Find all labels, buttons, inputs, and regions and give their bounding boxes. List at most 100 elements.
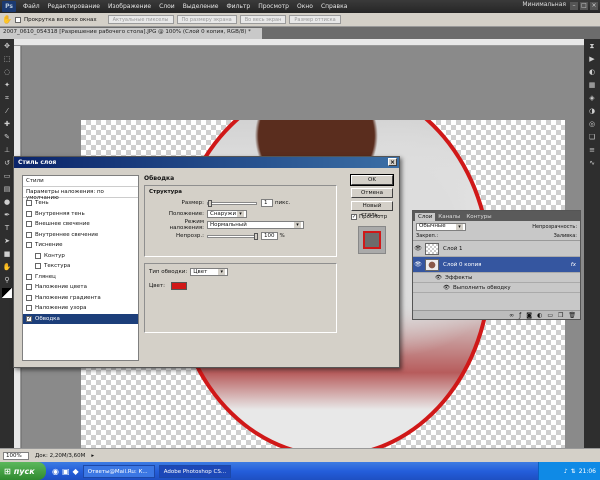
layer-row[interactable]: 👁 Слой 1 <box>413 241 580 257</box>
eraser-tool-icon[interactable]: ▭ <box>2 171 12 181</box>
cancel-button[interactable]: Отмена <box>351 188 393 198</box>
trash-icon[interactable]: 🗑 <box>568 312 576 319</box>
history-panel-icon[interactable]: ⧗ <box>587 41 597 51</box>
link-icon[interactable]: ∞ <box>509 312 514 319</box>
layer-row-selected[interactable]: 👁 Слой 0 копия fx <box>413 257 580 273</box>
style-checkbox[interactable]: ✓ <box>26 315 32 322</box>
menu-window[interactable]: Окно <box>293 3 317 10</box>
shape-tool-icon[interactable]: ■ <box>2 249 12 259</box>
tab-layers[interactable]: Слои <box>415 213 436 221</box>
size-slider-thumb[interactable] <box>208 199 212 207</box>
style-list-item[interactable]: Текстура <box>23 261 138 272</box>
eye-icon[interactable]: 👁 <box>413 261 423 268</box>
stamp-tool-icon[interactable]: ⊥ <box>2 145 12 155</box>
start-button[interactable]: ⊞ пуск <box>0 462 46 480</box>
menu-filter[interactable]: Фильтр <box>222 3 254 10</box>
blend-mode-select[interactable]: Нормальный ▾ <box>207 221 304 229</box>
masks-panel-icon[interactable]: ◎ <box>587 119 597 129</box>
color-panel-icon[interactable]: ◐ <box>587 67 597 77</box>
style-checkbox[interactable] <box>35 263 41 270</box>
actions-panel-icon[interactable]: ▶ <box>587 54 597 64</box>
network-icon[interactable]: ⇅ <box>571 468 576 475</box>
style-list-item[interactable]: Наложение цвета <box>23 282 138 293</box>
fx-menu-icon[interactable]: ƒ <box>519 312 521 319</box>
tab-channels[interactable]: Каналы <box>435 213 463 221</box>
move-tool-icon[interactable]: ✥ <box>2 41 12 51</box>
menu-help[interactable]: Справка <box>317 3 351 10</box>
volume-icon[interactable]: ♪ <box>564 468 568 475</box>
folder-icon[interactable]: ▭ <box>547 312 553 319</box>
pen-tool-icon[interactable]: ✒ <box>2 210 12 220</box>
maximize-icon[interactable]: □ <box>580 2 588 10</box>
document-tab[interactable]: 2007_0610_054318 [Разрешение рабочего ст… <box>0 28 262 39</box>
type-tool-icon[interactable]: T <box>2 223 12 233</box>
style-list-item[interactable]: Глянец <box>23 272 138 283</box>
magic-wand-tool-icon[interactable]: ✦ <box>2 80 12 90</box>
style-checkbox[interactable] <box>26 305 32 312</box>
minimize-icon[interactable]: – <box>570 2 578 10</box>
new-style-button[interactable]: Новый стиль... <box>351 201 393 218</box>
new-layer-icon[interactable]: ❐ <box>558 312 563 319</box>
layer-blend-select[interactable]: Обычные ▾ <box>416 222 466 231</box>
style-checkbox[interactable] <box>26 221 32 228</box>
style-list-item[interactable]: Наложение градиента <box>23 293 138 304</box>
position-select[interactable]: Снаружи ▾ <box>207 210 247 218</box>
status-menu-icon[interactable]: ▸ <box>91 453 94 459</box>
dodge-tool-icon[interactable]: ● <box>2 197 12 207</box>
preview-checkbox[interactable]: ✓ <box>351 214 357 220</box>
hand-tool-icon[interactable]: ✋ <box>2 262 12 272</box>
style-list-item[interactable]: Тиснение <box>23 240 138 251</box>
healing-tool-icon[interactable]: ✚ <box>2 119 12 129</box>
menu-view[interactable]: Просмотр <box>254 3 293 10</box>
style-list-item[interactable]: Наложение узора <box>23 303 138 314</box>
lasso-tool-icon[interactable]: ◌ <box>2 67 12 77</box>
style-list-item[interactable]: ✓ Обводка <box>23 313 138 324</box>
dialog-titlebar[interactable]: Стиль слоя × <box>14 157 399 168</box>
zoom-level[interactable]: 100% <box>3 451 29 460</box>
style-checkbox[interactable] <box>26 294 32 301</box>
brush-tool-icon[interactable]: ✎ <box>2 132 12 142</box>
effects-row[interactable]: 👁 Эффекты <box>413 273 580 283</box>
adjustments-panel-icon[interactable]: ◑ <box>587 106 597 116</box>
channels-panel-icon[interactable]: ≡ <box>587 145 597 155</box>
fit-screen-button[interactable]: По размеру экрана <box>176 15 237 24</box>
stroke-effect-row[interactable]: 👁 Выполнить обводку <box>413 283 580 293</box>
history-brush-tool-icon[interactable]: ↺ <box>2 158 12 168</box>
menu-select[interactable]: Выделение <box>179 3 223 10</box>
marquee-tool-icon[interactable]: ⬚ <box>2 54 12 64</box>
style-checkbox[interactable] <box>26 200 32 207</box>
blending-options-item[interactable]: Параметры наложения: по умолчанию <box>23 187 138 201</box>
style-list-item[interactable]: Контур <box>23 251 138 262</box>
zoom-tool-icon[interactable]: ⚲ <box>2 275 12 285</box>
style-list-item[interactable]: Внешнее свечение <box>23 219 138 230</box>
eyedropper-tool-icon[interactable]: ⁄ <box>2 106 12 116</box>
eye-icon[interactable]: 👁 <box>443 285 450 291</box>
opacity-input[interactable]: 100 <box>261 232 278 240</box>
taskbar-photoshop-window[interactable]: Adobe Photoshop CS... <box>158 464 231 478</box>
style-list-item[interactable]: Тень <box>23 198 138 209</box>
styles-panel-icon[interactable]: ◈ <box>587 93 597 103</box>
crop-tool-icon[interactable]: ⌗ <box>2 93 12 103</box>
eye-icon[interactable]: 👁 <box>413 245 423 252</box>
gradient-tool-icon[interactable]: ▤ <box>2 184 12 194</box>
menu-edit[interactable]: Редактирование <box>44 3 104 10</box>
eye-icon[interactable]: 👁 <box>435 275 442 281</box>
styles-header[interactable]: Стили <box>23 176 138 187</box>
quicklaunch-media-icon[interactable]: ◆ <box>73 467 79 476</box>
tab-paths[interactable]: Контуры <box>463 213 494 221</box>
style-checkbox[interactable] <box>26 273 32 280</box>
style-checkbox[interactable] <box>26 242 32 249</box>
style-list-item[interactable]: Внутренняя тень <box>23 209 138 220</box>
style-list-item[interactable]: Внутреннее свечение <box>23 230 138 241</box>
opacity-slider-thumb[interactable] <box>254 232 258 240</box>
size-input[interactable]: 1 <box>261 199 273 207</box>
scroll-all-windows-checkbox[interactable] <box>14 16 21 23</box>
size-slider[interactable] <box>207 199 257 207</box>
fill-type-select[interactable]: Цвет ▾ <box>190 268 229 276</box>
ok-button[interactable]: OK <box>350 174 394 186</box>
fill-screen-button[interactable]: Во весь экран <box>239 15 287 24</box>
close-icon[interactable]: × <box>590 2 598 10</box>
mask-icon[interactable]: ◙ <box>526 312 532 319</box>
menu-layers[interactable]: Слои <box>155 3 179 10</box>
quicklaunch-browser-icon[interactable]: ◉ <box>52 467 59 476</box>
